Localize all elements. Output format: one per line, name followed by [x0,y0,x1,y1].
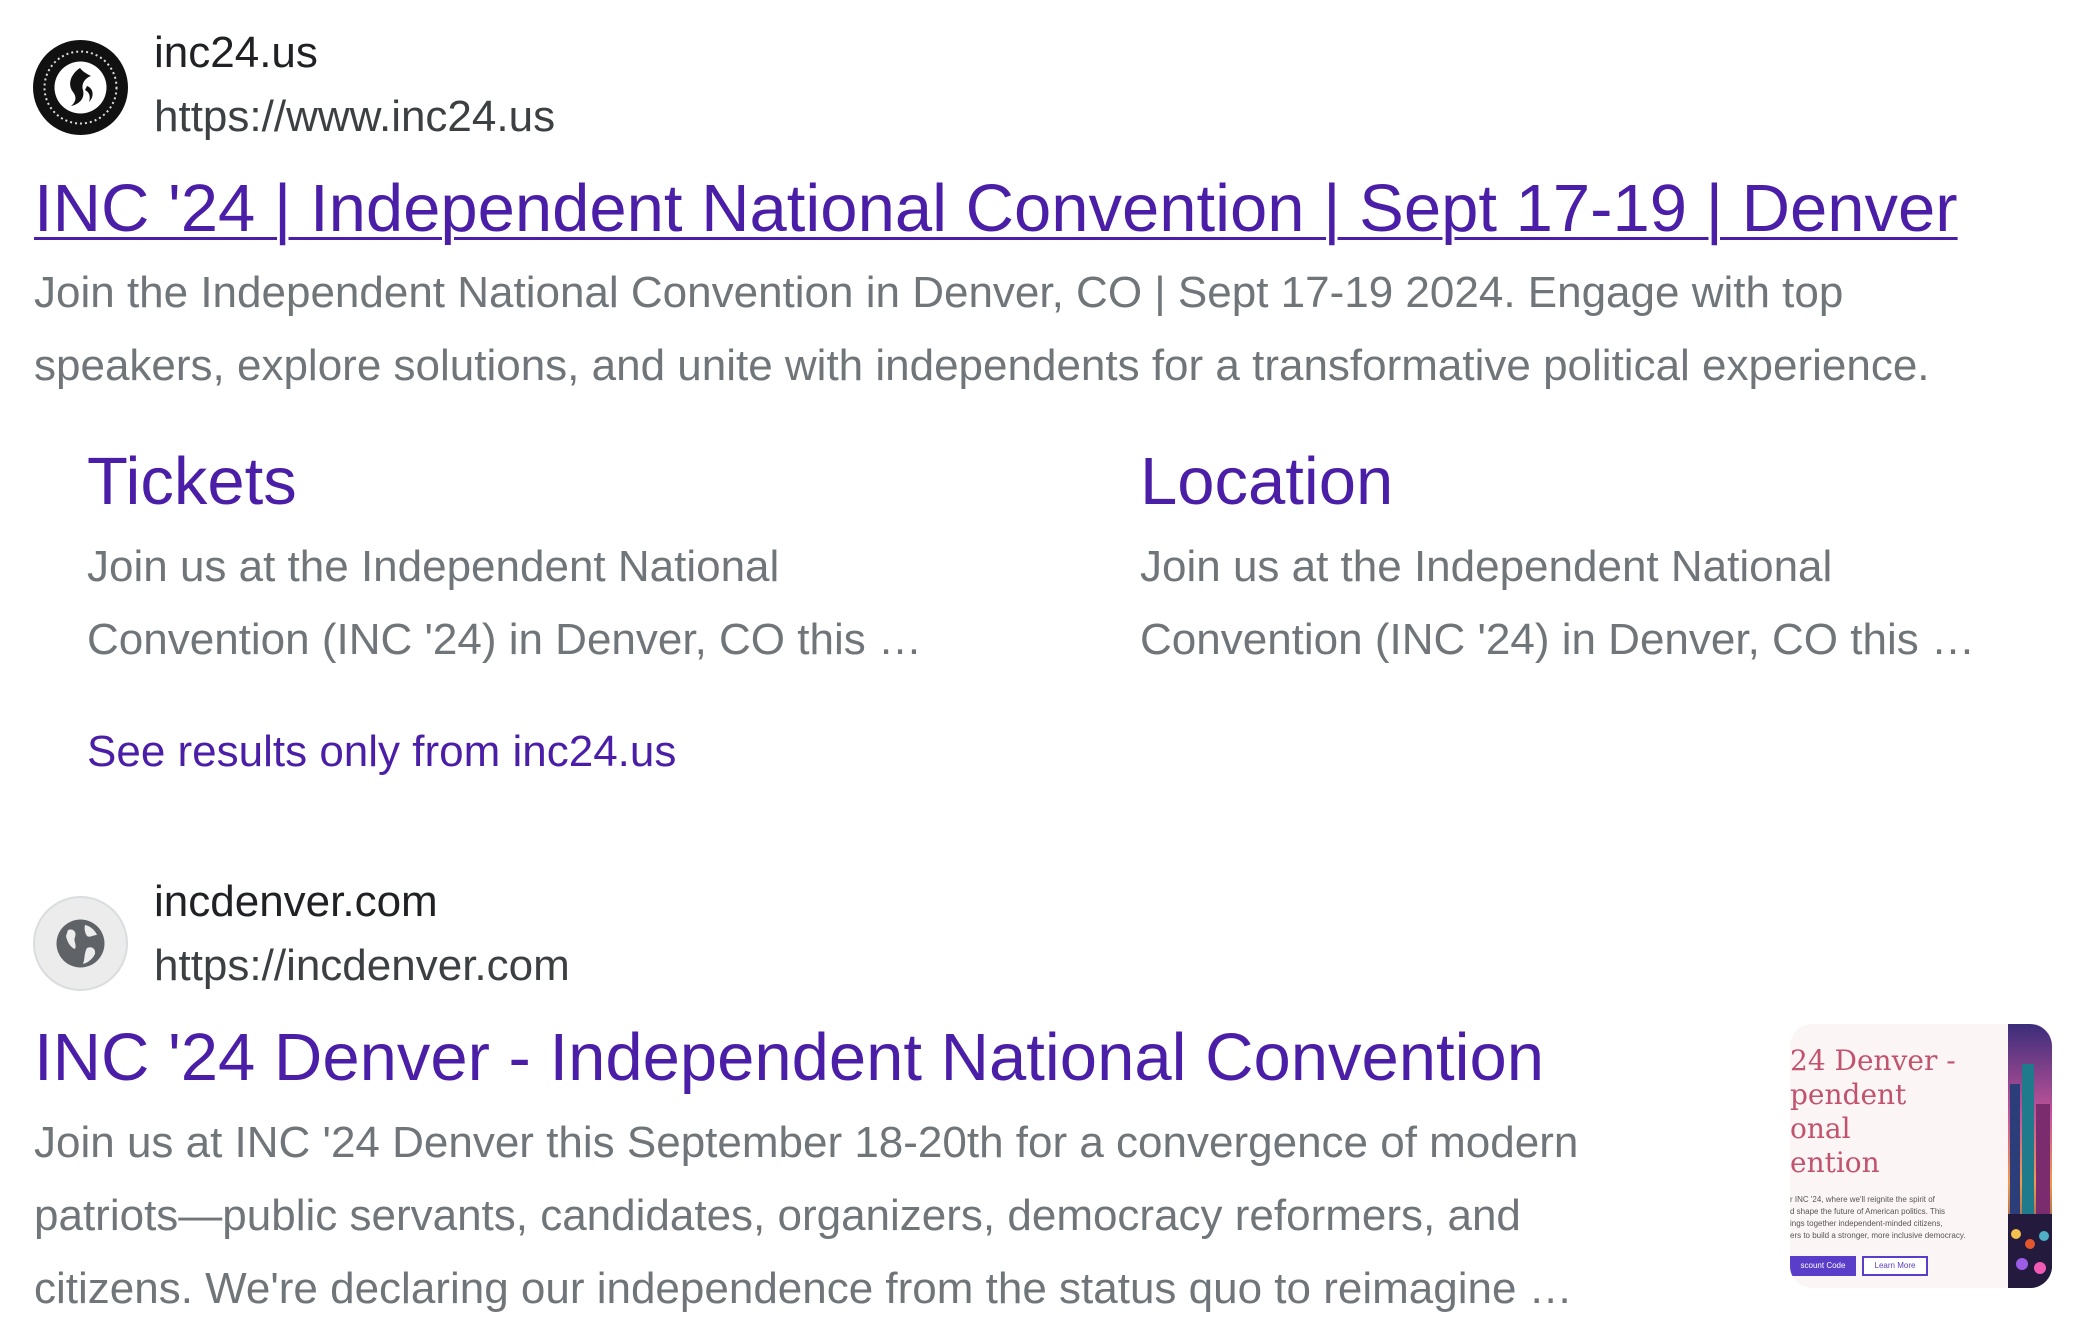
result-snippet-line: Join us at INC '24 Denver this September… [34,1118,1579,1167]
globe-icon [33,896,128,991]
sitelink-tickets-snippet: Convention (INC '24) in Denver, CO this … [87,615,922,664]
thumbnail-title-line: 24 Denver - [1790,1044,1956,1077]
site-url[interactable]: https://incdenver.com [154,941,570,991]
result-title-link[interactable]: INC '24 Denver - Independent National Co… [34,1019,1544,1096]
thumbnail-body-line: r INC '24, where we'll reignite the spir… [1790,1195,1935,1204]
site-name[interactable]: inc24.us [154,28,318,78]
site-url[interactable]: https://www.inc24.us [154,92,555,142]
site-name[interactable]: incdenver.com [154,877,438,927]
thumbnail-title-line: pendent [1790,1078,1907,1111]
see-more-results-link[interactable]: See results only from inc24.us [87,727,676,777]
thumbnail-title-line: onal [1790,1112,1851,1145]
result-snippet-line: speakers, explore solutions, and unite w… [34,341,1930,390]
thumbnail-title-line: ention [1790,1146,1880,1179]
thumbnail-learn-more-button: Learn More [1862,1256,1928,1276]
result-snippet-line: patriots—public servants, candidates, or… [34,1191,1521,1240]
result-snippet-line: Join the Independent National Convention… [34,268,1844,317]
sitelink-location[interactable]: Location [1140,443,1393,520]
thumbnail-discount-button: scount Code [1790,1256,1856,1276]
thumbnail-body-line: ers to build a stronger, more inclusive … [1790,1231,1966,1240]
sitelink-tickets[interactable]: Tickets [87,443,297,520]
thumbnail-art-image [2008,1024,2052,1288]
result-title-link[interactable]: INC '24 | Independent National Conventio… [34,170,1958,247]
sitelink-tickets-snippet: Join us at the Independent National [87,542,780,591]
sitelink-location-snippet: Join us at the Independent National [1140,542,1833,591]
result-thumbnail[interactable]: 24 Denver - pendent onal ention r INC '2… [1790,1024,2052,1288]
thumbnail-body-line: ings together independent-minded citizen… [1790,1219,1943,1228]
thumbnail-body-line: d shape the future of American politics.… [1790,1207,1946,1216]
sitelink-location-snippet: Convention (INC '24) in Denver, CO this … [1140,615,1975,664]
inc24-logo-icon [33,40,128,135]
result-snippet-line: citizens. We're declaring our independen… [34,1264,1573,1313]
